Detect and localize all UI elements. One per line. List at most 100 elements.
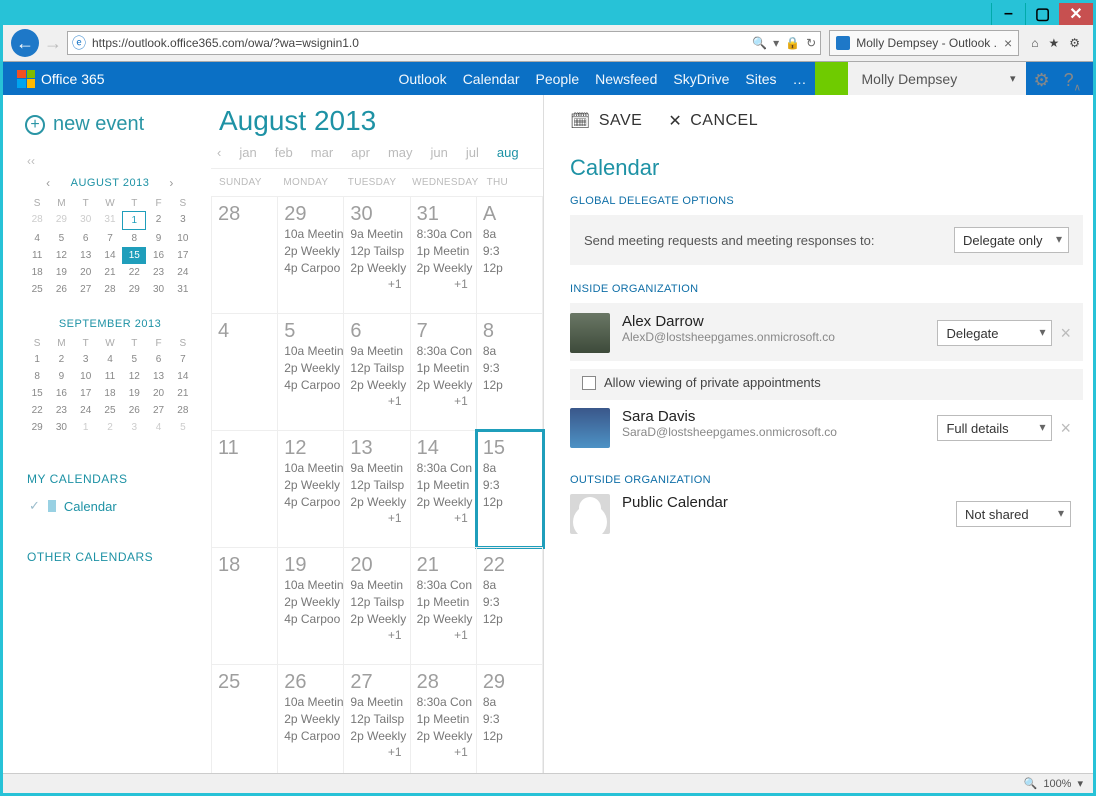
calendar-event[interactable]: 9a Meetin bbox=[350, 694, 409, 711]
mini-day[interactable]: 31 bbox=[171, 281, 195, 298]
mini-day[interactable]: 29 bbox=[49, 211, 73, 230]
calendar-event[interactable]: 2p Weekly bbox=[350, 728, 409, 745]
calendar-event[interactable]: 9:3 bbox=[483, 360, 542, 377]
more-events[interactable]: +1 bbox=[350, 511, 409, 525]
new-event-button[interactable]: + new event bbox=[25, 113, 201, 136]
tools-icon[interactable]: ⚙ bbox=[1069, 36, 1080, 50]
mini-day[interactable]: 18 bbox=[25, 264, 49, 281]
calendar-event[interactable]: 12p Tailsp bbox=[350, 243, 409, 260]
calendar-event[interactable]: 8a bbox=[483, 577, 542, 594]
nav-newsfeed[interactable]: Newsfeed bbox=[595, 71, 657, 87]
calendar-cell[interactable]: A8a9:312p bbox=[477, 197, 543, 313]
mini-day[interactable]: 10 bbox=[171, 230, 195, 247]
calendar-event[interactable]: 2p Weekly bbox=[284, 360, 343, 377]
calendar-event[interactable]: 8:30a Con bbox=[417, 460, 476, 477]
calendar-event[interactable]: 2p Weekly bbox=[350, 377, 409, 394]
nav-sites[interactable]: Sites bbox=[745, 71, 776, 87]
more-events[interactable]: +1 bbox=[417, 394, 476, 408]
mini-day[interactable]: 4 bbox=[25, 230, 49, 247]
calendar-event[interactable]: 8:30a Con bbox=[417, 577, 476, 594]
more-events[interactable]: +1 bbox=[417, 628, 476, 642]
mini-day[interactable]: 16 bbox=[146, 247, 170, 264]
calendar-event[interactable]: 12p Tailsp bbox=[350, 360, 409, 377]
mini-day[interactable]: 8 bbox=[25, 368, 49, 385]
calendar-cell[interactable]: 28 bbox=[211, 197, 278, 313]
calendar-event[interactable]: 12p bbox=[483, 260, 542, 277]
mini-day[interactable]: 18 bbox=[98, 385, 122, 402]
more-events[interactable]: +1 bbox=[350, 394, 409, 408]
brand[interactable]: Office 365 bbox=[17, 70, 105, 88]
help-icon[interactable]: ?∧ bbox=[1064, 70, 1081, 94]
calendar-event[interactable]: 8a bbox=[483, 460, 542, 477]
calendar-event[interactable]: 1p Meetin bbox=[417, 243, 476, 260]
mini-day[interactable]: 25 bbox=[25, 281, 49, 298]
settings-icon[interactable]: ⚙ bbox=[1034, 70, 1050, 94]
window-close-button[interactable]: ✕ bbox=[1059, 3, 1093, 25]
calendar-cell[interactable]: 78:30a Con1p Meetin2p Weekly+1 bbox=[411, 314, 477, 430]
nav-more[interactable]: … bbox=[793, 71, 807, 87]
calendar-event[interactable]: 2p Weekly bbox=[284, 243, 343, 260]
month-may[interactable]: may bbox=[388, 145, 413, 160]
calendar-cell[interactable]: 279a Meetin12p Tailsp2p Weekly+1 bbox=[344, 665, 410, 773]
user-menu[interactable]: Molly Dempsey ▾ bbox=[848, 62, 1026, 95]
calendar-event[interactable]: 2p Weekly bbox=[284, 711, 343, 728]
mini-day[interactable]: 7 bbox=[171, 351, 195, 368]
mini-day[interactable]: 28 bbox=[98, 281, 122, 298]
mini-day[interactable]: 27 bbox=[146, 402, 170, 419]
calendar-event[interactable]: 4p Carpoo bbox=[284, 728, 343, 745]
mini-day[interactable]: 24 bbox=[74, 402, 98, 419]
calendar-event[interactable]: 1p Meetin bbox=[417, 360, 476, 377]
calendar-event[interactable]: 8:30a Con bbox=[417, 694, 476, 711]
other-calendars-header[interactable]: OTHER CALENDARS bbox=[27, 550, 201, 564]
mini-day[interactable]: 6 bbox=[146, 351, 170, 368]
calendar-event[interactable]: 10a Meetin bbox=[284, 343, 343, 360]
calendar-event[interactable]: 2p Weekly bbox=[417, 728, 476, 745]
month-apr[interactable]: apr bbox=[351, 145, 370, 160]
calendar-event[interactable]: 10a Meetin bbox=[284, 460, 343, 477]
mini-day[interactable]: 3 bbox=[122, 419, 146, 436]
calendar-event[interactable]: 12p bbox=[483, 728, 542, 745]
mini-day[interactable]: 28 bbox=[171, 402, 195, 419]
calendar-cell[interactable]: 88a9:312p bbox=[477, 314, 543, 430]
my-calendars-header[interactable]: MY CALENDARS bbox=[27, 472, 201, 486]
calendar-event[interactable]: 8:30a Con bbox=[417, 226, 476, 243]
month-mar[interactable]: mar bbox=[311, 145, 333, 160]
calendar-cell[interactable]: 2610a Meetin2p Weekly4p Carpoo bbox=[278, 665, 344, 773]
nav-calendar[interactable]: Calendar bbox=[463, 71, 520, 87]
mini-day[interactable]: 23 bbox=[146, 264, 170, 281]
permission-select[interactable]: Not shared bbox=[956, 501, 1071, 527]
window-minimize-button[interactable]: – bbox=[991, 3, 1025, 25]
mini-day[interactable]: 16 bbox=[49, 385, 73, 402]
calendar-cell[interactable]: 218:30a Con1p Meetin2p Weekly+1 bbox=[411, 548, 477, 664]
mini-day[interactable]: 3 bbox=[171, 211, 195, 230]
mini-day[interactable]: 11 bbox=[98, 368, 122, 385]
prev-month-icon[interactable]: ‹ bbox=[46, 176, 51, 190]
calendar-cell[interactable]: 4 bbox=[211, 314, 278, 430]
calendar-cell[interactable]: 228a9:312p bbox=[477, 548, 543, 664]
calendar-event[interactable]: 1p Meetin bbox=[417, 711, 476, 728]
mini-day[interactable]: 21 bbox=[98, 264, 122, 281]
mini-day[interactable]: 20 bbox=[74, 264, 98, 281]
calendar-cell[interactable]: 148:30a Con1p Meetin2p Weekly+1 bbox=[411, 431, 477, 547]
search-icon[interactable]: 🔍 bbox=[752, 36, 767, 50]
calendar-event[interactable]: 10a Meetin bbox=[284, 577, 343, 594]
mini-day[interactable]: 2 bbox=[98, 419, 122, 436]
mini-day[interactable]: 8 bbox=[122, 230, 146, 247]
prev-icon[interactable]: ‹ bbox=[217, 145, 221, 160]
permission-select[interactable]: Full details bbox=[937, 415, 1052, 441]
calendar-event[interactable]: 2p Weekly bbox=[284, 594, 343, 611]
mini-day[interactable]: 12 bbox=[122, 368, 146, 385]
mini-day[interactable]: 15 bbox=[122, 247, 146, 264]
window-maximize-button[interactable]: ▢ bbox=[1025, 3, 1059, 25]
save-button[interactable]: 🗓 SAVE bbox=[570, 111, 642, 131]
calendar-event[interactable]: 9:3 bbox=[483, 243, 542, 260]
mini-day[interactable]: 29 bbox=[25, 419, 49, 436]
browser-back-button[interactable]: ← bbox=[11, 29, 39, 57]
calendar-event[interactable]: 2p Weekly bbox=[350, 260, 409, 277]
mini-day[interactable]: 23 bbox=[49, 402, 73, 419]
more-events[interactable]: +1 bbox=[417, 511, 476, 525]
mini-day[interactable]: 4 bbox=[146, 419, 170, 436]
mini-day[interactable]: 13 bbox=[146, 368, 170, 385]
mini-day[interactable]: 21 bbox=[171, 385, 195, 402]
mini-day[interactable]: 5 bbox=[122, 351, 146, 368]
